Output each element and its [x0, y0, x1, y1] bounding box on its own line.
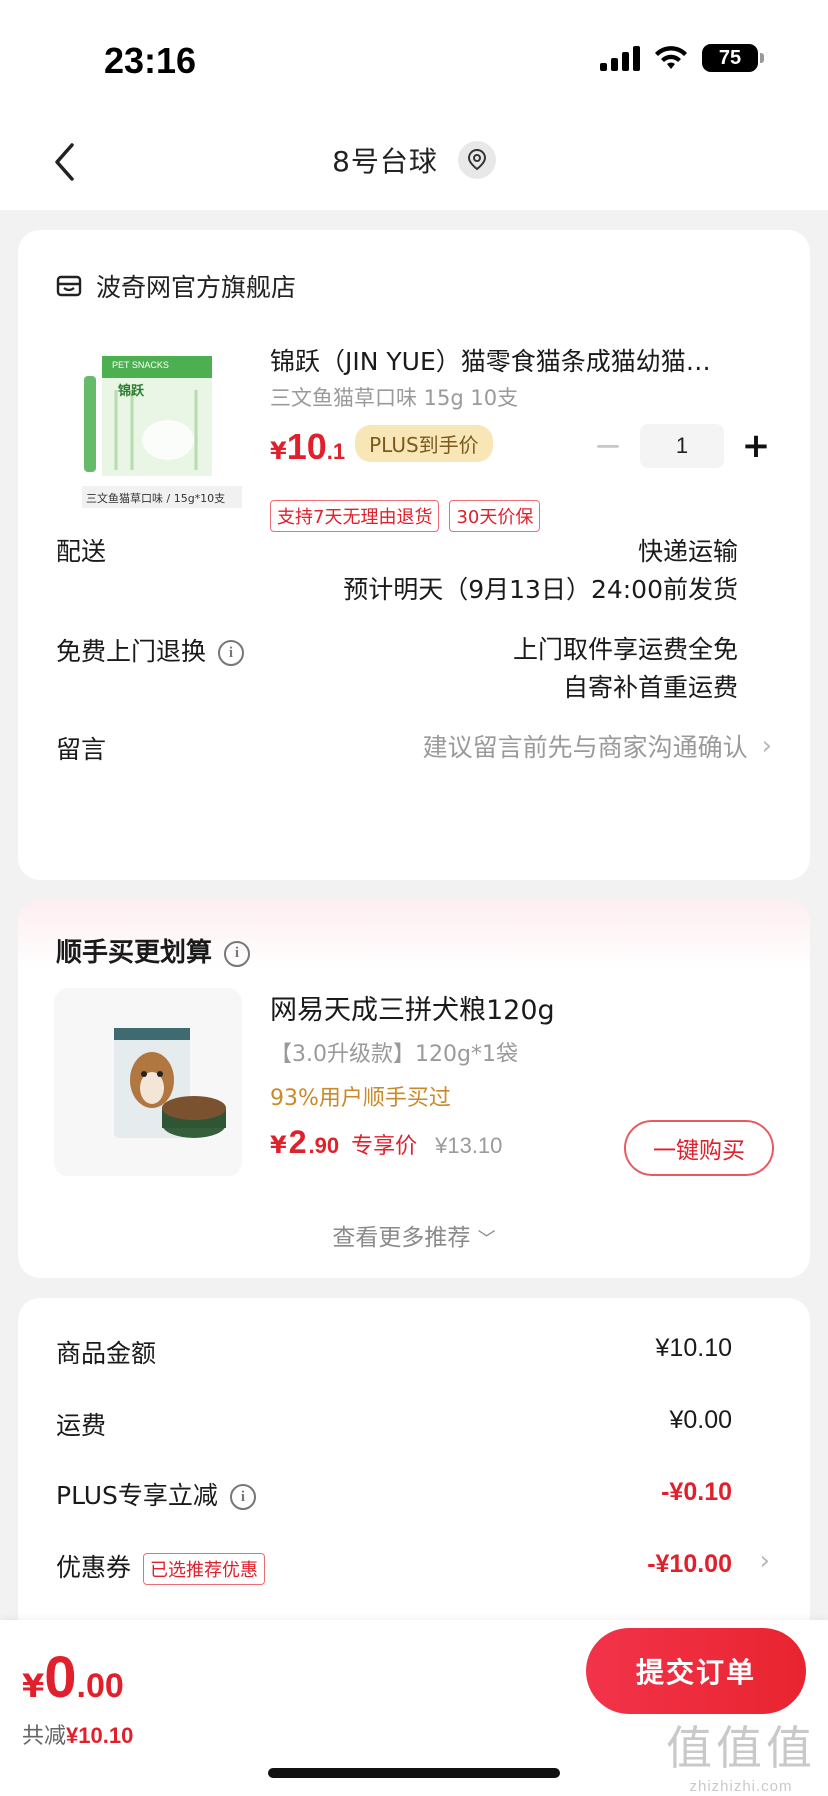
chevron-right-icon: › — [761, 731, 772, 761]
upsell-price-symbol: ¥ — [270, 1131, 287, 1159]
saved-label: 共减 — [22, 1724, 67, 1749]
goods-amount-label: 商品金额 — [56, 1339, 157, 1368]
original-price: ¥13.10 — [435, 1133, 503, 1158]
one-click-buy-button[interactable]: 一键购买 — [624, 1120, 774, 1176]
free-return-label: 免费上门退换 — [56, 637, 207, 666]
status-time: 23:16 — [104, 40, 197, 81]
more-recommendations-link[interactable]: 查看更多推荐 ﹀ — [18, 1218, 810, 1252]
return-policy-tag: 支持7天无理由退货 — [270, 500, 440, 532]
signal-icon — [600, 45, 640, 71]
message-row[interactable]: 建议留言前先与商家沟通确认 › — [423, 728, 772, 764]
total-price: ¥ 0 .00 — [22, 1644, 124, 1711]
battery-icon: 75 — [702, 44, 764, 72]
plus-discount-label: PLUS专享立减 — [56, 1481, 218, 1510]
nav-title-wrap: 8号台球 — [0, 140, 828, 180]
shipping-label: 运费 — [56, 1411, 107, 1440]
chevron-right-icon[interactable]: › — [760, 1546, 770, 1576]
coupon-selected-badge: 已选推荐优惠 — [143, 1553, 266, 1585]
upsell-product-spec: 【3.0升级款】120g*1袋 — [270, 1042, 518, 1067]
upsell-product-image[interactable] — [54, 988, 242, 1176]
total-symbol: ¥ — [22, 1667, 45, 1705]
status-bar: 23:16 75 — [0, 0, 828, 110]
product-price: ¥ 10 .1 PLUS到手价 — [270, 424, 493, 468]
coupon-label: 优惠券 — [56, 1553, 132, 1582]
submit-order-button[interactable]: 提交订单 — [586, 1628, 806, 1714]
upsell-price-integer: 2 — [288, 1124, 307, 1160]
total-integer: 0 — [44, 1645, 77, 1710]
exclusive-price-label: 专享价 — [351, 1134, 418, 1159]
wifi-icon — [655, 46, 687, 69]
plus-discount-row: PLUS专享立减 i — [56, 1476, 256, 1512]
saved-amount: ¥10.10 — [66, 1723, 134, 1748]
store-icon — [56, 275, 82, 297]
nav-bar: 8号台球 — [0, 110, 828, 210]
page-title: 8号台球 — [332, 145, 438, 178]
quantity-stepper: − 1 + — [588, 424, 776, 468]
goods-amount-value: ¥10.10 — [655, 1334, 732, 1362]
service-tags: 支持7天无理由退货 30天价保 — [270, 500, 541, 532]
more-recommendations-label: 查看更多推荐 — [332, 1225, 471, 1251]
home-indicator[interactable] — [268, 1768, 560, 1778]
free-return-line2: 自寄补首重运费 — [562, 673, 738, 702]
product-image-logo: 锦跃 — [118, 384, 145, 399]
delivery-label: 配送 — [56, 537, 107, 566]
info-icon[interactable]: i — [218, 640, 245, 666]
quantity-input[interactable]: 1 — [640, 424, 724, 468]
product-image-brand: PET SNACKS — [112, 360, 169, 370]
price-protect-tag: 30天价保 — [449, 500, 541, 532]
product-image[interactable]: PET SNACKS 锦跃 三文鱼猫草口味 / 15g*10支 — [76, 350, 246, 510]
coupon-row[interactable]: 优惠券 已选推荐优惠 — [56, 1548, 266, 1585]
free-return-line1: 上门取件享运费全免 — [512, 635, 738, 664]
shipping-value: ¥0.00 — [669, 1406, 732, 1434]
coupon-value[interactable]: -¥10.00 — [647, 1550, 732, 1579]
price-summary-card: 商品金额 ¥10.10 运费 ¥0.00 PLUS专享立减 i -¥0.10 优惠… — [18, 1298, 810, 1638]
info-icon[interactable]: i — [229, 1484, 256, 1510]
location-pin-icon[interactable] — [457, 141, 496, 179]
delivery-method: 快递运输 — [637, 537, 738, 566]
upsell-price: ¥ 2 .90 专享价 ¥13.10 — [270, 1124, 502, 1161]
total-decimal: .00 — [76, 1667, 124, 1705]
delivery-eta: 预计明天（9月13日）24:00前发货 — [343, 575, 738, 604]
watermark-url: zhizhizhi.com — [689, 1778, 793, 1795]
watermark: 值值值 zhizhizhi.com — [666, 1712, 816, 1795]
store-name: 波奇网官方旗舰店 — [96, 273, 297, 302]
upsell-title-row: 顺手买更划算 i — [56, 932, 251, 969]
free-return-row: 免费上门退换 i — [56, 632, 245, 668]
price-symbol: ¥ — [270, 437, 287, 465]
price-decimal: .1 — [326, 439, 346, 464]
checkout-bar: ¥ 0 .00 共减¥10.10 提交订单 值值值 zhizhizhi.com — [0, 1620, 828, 1796]
plus-discount-value: -¥0.10 — [661, 1478, 732, 1506]
product-image-caption: 三文鱼猫草口味 / 15g*10支 — [86, 492, 226, 505]
total-saved: 共减¥10.10 — [22, 1718, 133, 1750]
upsell-product-name[interactable]: 网易天成三拼犬粮120g — [270, 988, 555, 1027]
price-integer: 10 — [286, 426, 327, 467]
product-title[interactable]: 锦跃（JIN YUE）猫零食猫条成猫幼猫… — [270, 342, 770, 378]
chevron-down-icon: ﹀ — [477, 1229, 496, 1250]
watermark-logo: 值值值 — [666, 1721, 816, 1775]
decrease-quantity-button[interactable]: − — [588, 426, 628, 466]
message-label: 留言 — [56, 735, 107, 764]
info-icon[interactable]: i — [224, 940, 251, 967]
upsell-card: 顺手买更划算 i 网易天成三拼犬粮120g 【3.0升级款】120g*1袋 93%… — [18, 900, 810, 1278]
message-input[interactable]: 建议留言前先与商家沟通确认 — [423, 728, 748, 764]
store-row[interactable]: 波奇网官方旗舰店 — [56, 268, 296, 304]
upsell-price-decimal: .90 — [308, 1133, 340, 1158]
upsell-buyers-text: 93%用户顺手买过 — [270, 1086, 451, 1111]
upsell-title: 顺手买更划算 — [56, 938, 213, 968]
increase-quantity-button[interactable]: + — [736, 426, 776, 466]
plus-price-badge: PLUS到手价 — [355, 424, 493, 462]
product-spec: 三文鱼猫草口味 15g 10支 — [270, 386, 519, 410]
status-icons: 75 — [600, 44, 764, 72]
order-item-card: 波奇网官方旗舰店 PET SNACKS 锦跃 三文鱼猫草口味 / 15g*10支… — [18, 230, 810, 880]
